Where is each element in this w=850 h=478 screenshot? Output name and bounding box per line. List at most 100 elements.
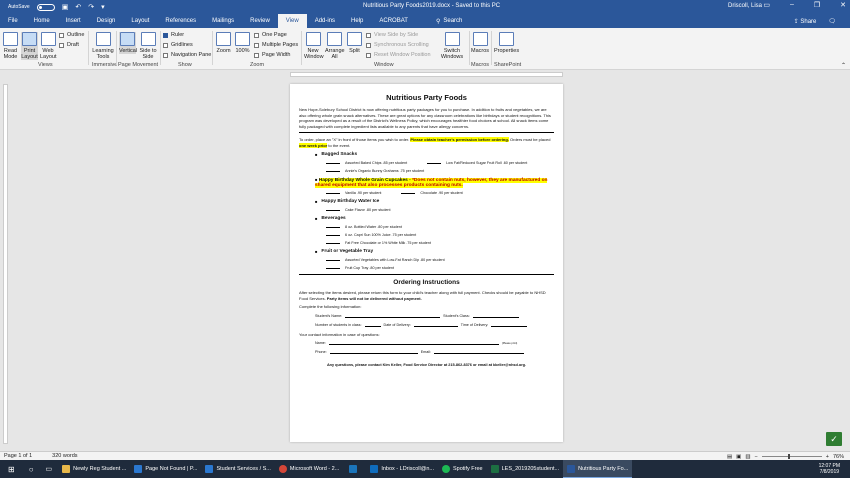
task-item[interactable]: Microsoft Word - 2... — [275, 460, 343, 478]
print-layout-button[interactable]: Print Layout — [21, 32, 38, 60]
order-blank[interactable] — [326, 227, 340, 228]
navigation-pane-checkbox[interactable]: Navigation Pane — [163, 52, 211, 58]
arrange-all-button[interactable]: Arrange All — [325, 32, 345, 60]
tab-references[interactable]: References — [157, 14, 204, 28]
order-blank[interactable] — [326, 243, 340, 244]
task-item[interactable]: Page Not Found | P... — [130, 460, 201, 478]
tab-review[interactable]: Review — [242, 14, 278, 28]
system-clock[interactable]: 12:07 PM 7/8/2019 — [819, 463, 850, 475]
zoom-in-icon[interactable]: + — [826, 454, 829, 460]
zoom-out-icon[interactable]: − — [755, 454, 758, 460]
tab-home[interactable]: Home — [26, 14, 58, 28]
reset-window-button[interactable]: Reset Window Position — [366, 52, 431, 58]
search-box[interactable]: ⚲ Search — [436, 18, 462, 25]
user-name[interactable]: Driscoll, Lisa — [728, 3, 762, 9]
ribbon-display-icon[interactable]: ▭ — [763, 1, 770, 9]
page-width-button[interactable]: Page Width — [254, 52, 290, 58]
split-button[interactable]: Split — [347, 32, 362, 54]
horizontal-ruler[interactable] — [290, 72, 563, 77]
one-page-button[interactable]: One Page — [254, 32, 287, 38]
windows-start-icon[interactable]: ⊞ — [0, 460, 23, 478]
item-text: Fruit Cup Tray .80 per student — [345, 266, 394, 270]
comments-icon[interactable]: 🗨 — [828, 18, 836, 25]
time-delivery-field[interactable] — [491, 323, 528, 327]
restore-icon[interactable]: ❐ — [814, 1, 820, 9]
taskbar-search-icon[interactable]: ○ — [23, 460, 40, 478]
collapse-ribbon-icon[interactable]: ⌃ — [841, 62, 846, 69]
tab-acrobat[interactable]: ACROBAT — [371, 14, 416, 28]
switch-windows-button[interactable]: Switch Windows — [437, 32, 467, 60]
view-mode-icon[interactable]: ▤ — [727, 454, 732, 460]
student-name-field[interactable] — [345, 314, 441, 318]
multiple-pages-button[interactable]: Multiple Pages — [254, 42, 298, 48]
properties-button[interactable]: Properties — [494, 32, 519, 54]
gridlines-checkbox[interactable]: Gridlines — [163, 42, 193, 48]
read-mode-button[interactable]: Read Mode — [3, 32, 18, 60]
word-count[interactable]: 320 words — [52, 453, 77, 459]
email-field[interactable] — [433, 350, 524, 354]
date-delivery-field[interactable] — [413, 323, 458, 327]
customize-qat-icon[interactable]: ▾ — [101, 3, 105, 11]
order-blank[interactable] — [326, 235, 340, 236]
order-blank[interactable] — [326, 193, 340, 194]
student-class-field[interactable] — [472, 314, 519, 318]
outline-button[interactable]: Outline — [59, 32, 84, 38]
tab-help[interactable]: Help — [343, 14, 371, 28]
ruler-checkbox[interactable]: Ruler — [163, 32, 184, 38]
web-layout-status-icon[interactable]: ▥ — [745, 454, 750, 460]
side-to-side-button[interactable]: Side to Side — [139, 32, 157, 60]
sync-scrolling-button[interactable]: Synchronous Scrolling — [366, 42, 429, 48]
tab-mailings[interactable]: Mailings — [204, 14, 242, 28]
num-students-field[interactable] — [364, 323, 381, 327]
minimize-icon[interactable]: – — [790, 1, 794, 9]
save-icon[interactable]: ▣ — [62, 3, 69, 11]
task-item[interactable]: LES_2019205student... — [487, 460, 564, 478]
order-blank[interactable] — [326, 171, 340, 172]
phone-field[interactable] — [329, 350, 418, 354]
zoom-100-button[interactable]: 100% — [235, 32, 250, 54]
task-item[interactable]: Inbox - LDriscoll@n... — [366, 460, 438, 478]
task-item[interactable]: Spotify Free — [438, 460, 487, 478]
task-item[interactable]: Newly Reg Student ... — [58, 460, 130, 478]
share-button[interactable]: ⇪ Share — [794, 18, 817, 25]
order-blank[interactable] — [326, 260, 340, 261]
task-view-icon[interactable]: ▭ — [40, 460, 59, 478]
vertical-ruler[interactable] — [3, 84, 8, 444]
task-item[interactable]: Student Services / S... — [201, 460, 274, 478]
order-blank[interactable] — [326, 268, 340, 269]
order-blank[interactable] — [326, 163, 340, 164]
new-window-button[interactable]: New Window — [304, 32, 324, 60]
side-by-side-button[interactable]: View Side by Side — [366, 32, 418, 38]
tab-design[interactable]: Design — [89, 14, 124, 28]
tab-view[interactable]: View — [277, 14, 307, 28]
name-field[interactable] — [328, 341, 499, 345]
draft-button[interactable]: Draft — [59, 42, 79, 48]
item-text: Cake Flavor .80 per student — [345, 208, 391, 212]
task-item-active[interactable]: Nutritious Party Fo... — [563, 460, 633, 478]
vertical-button[interactable]: Vertical — [119, 32, 137, 54]
tab-layout[interactable]: Layout — [123, 14, 157, 28]
item: Fruit Cup Tray .80 per student — [326, 266, 394, 270]
document-page[interactable]: Nutritious Party Foods New Hope-Solebury… — [290, 84, 563, 442]
autosave-toggle[interactable] — [36, 3, 55, 11]
undo-icon[interactable]: ↶ — [75, 3, 81, 11]
order-blank[interactable] — [427, 163, 442, 164]
tab-add-ins[interactable]: Add-ins — [307, 14, 343, 28]
zoom-level[interactable]: 76% — [833, 454, 844, 460]
redo-icon[interactable]: ↷ — [88, 3, 94, 11]
zoom-slider[interactable] — [761, 454, 822, 459]
macros-button[interactable]: Macros — [471, 32, 489, 54]
learning-tools-button[interactable]: Learning Tools — [92, 32, 114, 60]
check-icon[interactable]: ✓ — [826, 432, 842, 446]
close-icon[interactable]: ✕ — [840, 1, 846, 9]
tab-file[interactable]: File — [0, 14, 26, 28]
web-layout-button[interactable]: Web Layout — [40, 32, 57, 60]
order-blank[interactable] — [326, 210, 340, 211]
zoom-button[interactable]: Zoom — [216, 32, 231, 54]
order-blank[interactable] — [401, 193, 416, 194]
task-item[interactable] — [343, 460, 366, 478]
tab-insert[interactable]: Insert — [58, 14, 89, 28]
zoom-slider-thumb[interactable] — [787, 454, 790, 459]
page-count[interactable]: Page 1 of 1 — [4, 453, 32, 459]
print-layout-status-icon[interactable]: ▣ — [736, 454, 741, 460]
